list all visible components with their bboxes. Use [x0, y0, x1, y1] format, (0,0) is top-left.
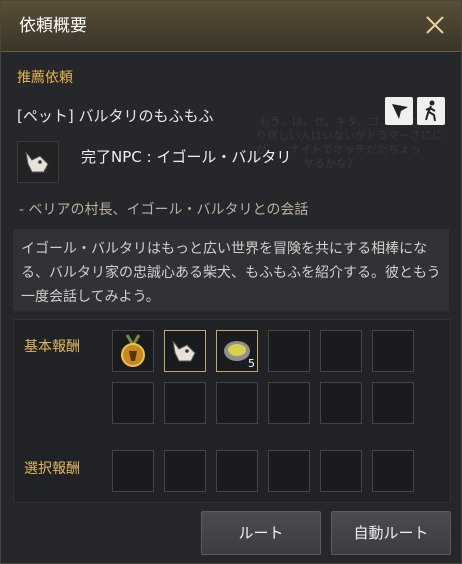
quest-title: [ペット] バルタリのもふもふ [17, 107, 214, 125]
reward-slot[interactable] [112, 382, 154, 424]
reward-slot[interactable] [268, 382, 310, 424]
item-count: 5 [248, 357, 255, 370]
npc-label: 完了NPC : イゴール・バルタリ [81, 148, 292, 166]
choice-reward-slot[interactable] [372, 450, 414, 492]
gold-medal-icon [121, 334, 145, 367]
description-box: イゴール・バルタリはもっと広い世界を冒険を共にする相棒になる、バルタリ家の忠誠心… [13, 229, 449, 311]
choice-reward-slot[interactable] [320, 450, 362, 492]
reward-slot[interactable] [320, 330, 362, 372]
auto-route-button[interactable]: 自動ルート [331, 511, 451, 555]
basic-reward-label: 基本報酬 [24, 339, 80, 355]
objective-text: - ベリアの村長、イゴール・バルタリとの会話 [19, 202, 309, 218]
section-label: 推薦依頼 [17, 70, 73, 86]
navigate-arrow-icon[interactable] [385, 97, 413, 125]
shiba-dog-icon [172, 340, 196, 362]
reward-slot[interactable] [164, 382, 206, 424]
choice-reward-slot[interactable] [216, 450, 258, 492]
walking-person-icon[interactable] [417, 97, 445, 125]
shiba-dog-icon [17, 141, 59, 183]
window-header: 依頼概要 [1, 1, 461, 52]
reward-slot[interactable] [164, 330, 206, 372]
background-text: ヤるかな? [303, 157, 353, 170]
reward-box: 基本報酬 選択報酬 5 [13, 319, 451, 503]
choice-reward-slot[interactable] [268, 450, 310, 492]
reward-slot[interactable] [216, 382, 258, 424]
close-icon[interactable] [423, 13, 447, 37]
choice-reward-slot[interactable] [164, 450, 206, 492]
reward-slot[interactable] [320, 382, 362, 424]
reward-slot[interactable] [372, 330, 414, 372]
route-button[interactable]: ルート [201, 511, 321, 555]
quest-summary-window: 依頼概要 もう、は、セ、キタ、ゴ、と、つ、 り詳しい人はいないがドラマーさにに … [0, 0, 462, 564]
choice-reward-slot[interactable] [112, 450, 154, 492]
choice-reward-label: 選択報酬 [24, 461, 80, 477]
description-text: イゴール・バルタリはもっと広い世界を冒険を共にする相棒になる、バルタリ家の忠誠心… [21, 241, 441, 305]
reward-slot[interactable]: 5 [216, 330, 258, 372]
reward-slot[interactable] [112, 330, 154, 372]
reward-slot[interactable] [372, 382, 414, 424]
reward-slot[interactable] [268, 330, 310, 372]
window-title: 依頼概要 [19, 16, 87, 36]
